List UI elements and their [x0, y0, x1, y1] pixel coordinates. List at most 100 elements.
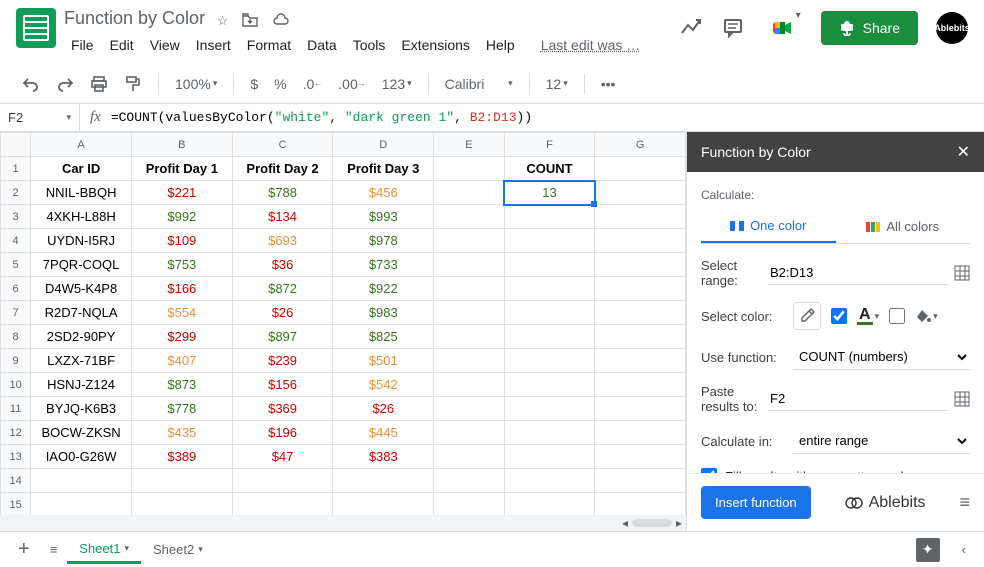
- menu-view[interactable]: View: [143, 33, 187, 57]
- cell[interactable]: $47: [232, 445, 333, 469]
- cell[interactable]: [434, 205, 505, 229]
- add-sheet-button[interactable]: +: [8, 532, 40, 567]
- cell[interactable]: $26: [232, 301, 333, 325]
- cell[interactable]: $873: [131, 373, 232, 397]
- cell[interactable]: [434, 469, 505, 493]
- cell[interactable]: $369: [232, 397, 333, 421]
- cell[interactable]: [595, 493, 686, 517]
- cell[interactable]: [595, 277, 686, 301]
- cell[interactable]: [595, 301, 686, 325]
- undo-button[interactable]: [16, 71, 46, 97]
- menu-tools[interactable]: Tools: [346, 33, 393, 57]
- row-header[interactable]: 13: [1, 445, 31, 469]
- cell[interactable]: $753: [131, 253, 232, 277]
- range-picker-icon[interactable]: [954, 265, 970, 281]
- select-all-corner[interactable]: [1, 133, 31, 157]
- cell[interactable]: [434, 397, 505, 421]
- cell[interactable]: $983: [333, 301, 434, 325]
- cell[interactable]: [595, 157, 686, 181]
- cell[interactable]: $26: [333, 397, 434, 421]
- cell[interactable]: $825: [333, 325, 434, 349]
- cell[interactable]: [595, 325, 686, 349]
- cell[interactable]: $239: [232, 349, 333, 373]
- cell[interactable]: [595, 469, 686, 493]
- cell[interactable]: [434, 493, 505, 517]
- cell[interactable]: $993: [333, 205, 434, 229]
- sidebar-menu-icon[interactable]: ≡: [959, 492, 970, 513]
- col-header-b[interactable]: B: [131, 133, 232, 157]
- meet-button[interactable]: ▾: [763, 8, 803, 48]
- redo-button[interactable]: [50, 71, 80, 97]
- cell[interactable]: Car ID: [31, 157, 132, 181]
- col-header-c[interactable]: C: [232, 133, 333, 157]
- cell[interactable]: D4W5-K4P8: [31, 277, 132, 301]
- font-dropdown[interactable]: Calibri ▾: [439, 72, 519, 96]
- cell[interactable]: [434, 157, 505, 181]
- cell[interactable]: Profit Day 2: [232, 157, 333, 181]
- cell[interactable]: [504, 253, 595, 277]
- row-header[interactable]: 5: [1, 253, 31, 277]
- cell[interactable]: [504, 301, 595, 325]
- cell[interactable]: $299: [131, 325, 232, 349]
- cell[interactable]: $389: [131, 445, 232, 469]
- cell[interactable]: [434, 181, 505, 205]
- cell[interactable]: $501: [333, 349, 434, 373]
- cell[interactable]: $221: [131, 181, 232, 205]
- cell[interactable]: [504, 325, 595, 349]
- scroll-thumb[interactable]: [632, 519, 672, 527]
- cell[interactable]: [504, 445, 595, 469]
- row-header[interactable]: 9: [1, 349, 31, 373]
- side-panel-toggle[interactable]: ‹: [952, 536, 976, 563]
- font-color-picker[interactable]: A▾: [857, 308, 879, 325]
- zoom-dropdown[interactable]: 100% ▾: [169, 72, 223, 96]
- col-header-f[interactable]: F: [504, 133, 595, 157]
- row-header[interactable]: 12: [1, 421, 31, 445]
- row-header[interactable]: 10: [1, 373, 31, 397]
- cell[interactable]: [595, 253, 686, 277]
- cell[interactable]: $978: [333, 229, 434, 253]
- cell[interactable]: $733: [333, 253, 434, 277]
- star-icon[interactable]: ☆: [217, 13, 229, 29]
- row-header[interactable]: 15: [1, 493, 31, 517]
- cell[interactable]: $156: [232, 373, 333, 397]
- cell[interactable]: [31, 469, 132, 493]
- scroll-left-icon[interactable]: ◂: [622, 516, 628, 530]
- name-box[interactable]: F2▾: [0, 104, 80, 131]
- share-button[interactable]: Share: [821, 11, 918, 45]
- print-button[interactable]: [84, 71, 114, 97]
- cell[interactable]: HSNJ-Z124: [31, 373, 132, 397]
- cell[interactable]: BYJQ-K6B3: [31, 397, 132, 421]
- increase-decimal-button[interactable]: .00→: [332, 72, 371, 96]
- cell[interactable]: [232, 493, 333, 517]
- cell[interactable]: IAO0-G26W: [31, 445, 132, 469]
- cell[interactable]: [595, 205, 686, 229]
- cell[interactable]: R2D7-NQLA: [31, 301, 132, 325]
- cell[interactable]: $36: [232, 253, 333, 277]
- row-header[interactable]: 1: [1, 157, 31, 181]
- menu-file[interactable]: File: [64, 33, 101, 57]
- calculate-in-select[interactable]: entire range: [793, 428, 970, 454]
- cell[interactable]: [31, 493, 132, 517]
- col-header-e[interactable]: E: [434, 133, 505, 157]
- currency-button[interactable]: $: [244, 72, 264, 96]
- percent-button[interactable]: %: [268, 72, 292, 96]
- menu-format[interactable]: Format: [240, 33, 298, 57]
- cell[interactable]: $992: [131, 205, 232, 229]
- cell[interactable]: [504, 469, 595, 493]
- select-range-input[interactable]: [768, 261, 948, 285]
- row-header[interactable]: 11: [1, 397, 31, 421]
- cell[interactable]: [434, 325, 505, 349]
- cell[interactable]: [595, 373, 686, 397]
- number-format-dropdown[interactable]: 123 ▾: [376, 72, 418, 96]
- fill-pattern-checkbox[interactable]: [701, 468, 717, 473]
- cell[interactable]: $922: [333, 277, 434, 301]
- sheets-logo[interactable]: [16, 8, 56, 48]
- row-header[interactable]: 3: [1, 205, 31, 229]
- avatar[interactable]: Ablebits: [936, 12, 968, 44]
- cell[interactable]: [595, 181, 686, 205]
- more-toolbar-button[interactable]: •••: [595, 72, 622, 96]
- cell[interactable]: $134: [232, 205, 333, 229]
- fill-color-checkbox[interactable]: [889, 308, 905, 324]
- spreadsheet-grid[interactable]: A B C D E F G 1Car IDProfit Day 1Profit …: [0, 132, 686, 531]
- cell[interactable]: [595, 421, 686, 445]
